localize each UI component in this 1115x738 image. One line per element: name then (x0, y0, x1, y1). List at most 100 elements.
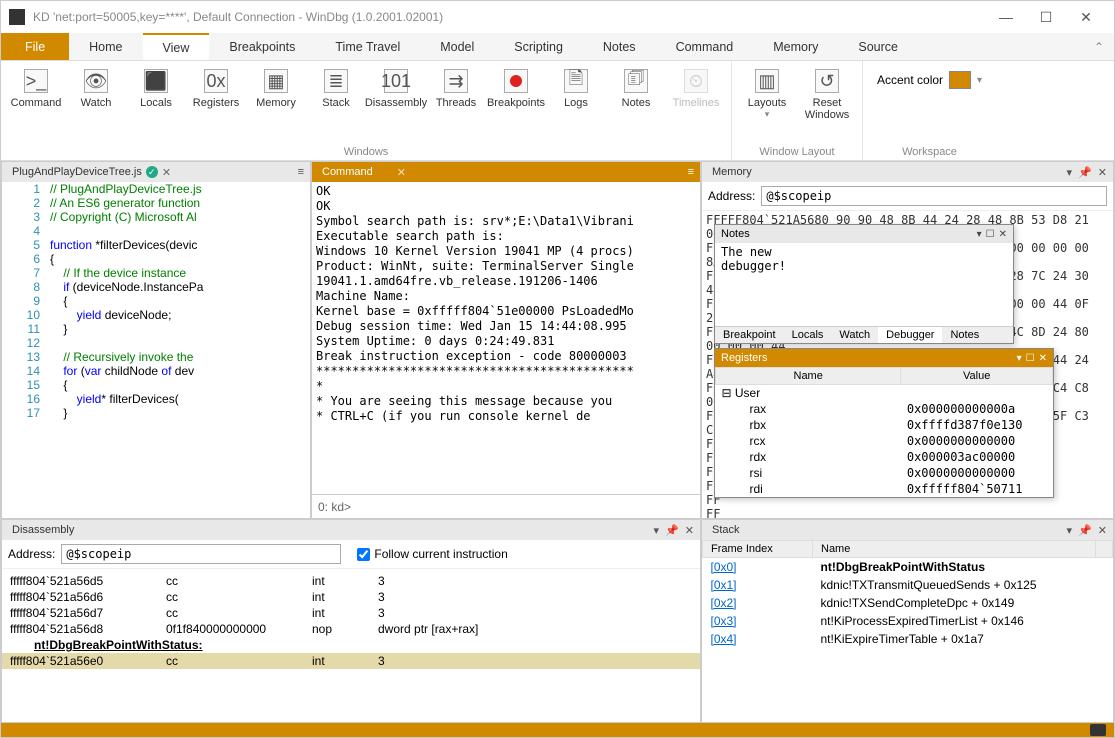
notes-tab-notes[interactable]: Notes (942, 327, 987, 343)
register-row[interactable]: rsi0x0000000000000 (716, 465, 1053, 481)
close-button[interactable]: ✕ (1066, 3, 1106, 31)
menu-breakpoints[interactable]: Breakpoints (209, 33, 315, 60)
app-icon (9, 9, 25, 25)
notes-title: Notes (721, 228, 750, 240)
stack-title: Stack (712, 524, 740, 536)
register-row[interactable]: rax0x000000000000a (716, 401, 1053, 417)
notes-close-icon[interactable]: ✕ (999, 229, 1007, 240)
notes-tab-debugger[interactable]: Debugger (878, 327, 942, 343)
ribbon-group-workspace-label: Workspace (869, 144, 990, 158)
menu-file[interactable]: File (1, 33, 69, 60)
notes-tab-watch[interactable]: Watch (831, 327, 878, 343)
registers-table: NameValue ⊟ User rax0x000000000000arbx0x… (715, 367, 1053, 497)
memory-pin-icon[interactable]: 📌 (1078, 166, 1092, 179)
menu-command[interactable]: Command (656, 33, 754, 60)
ribbon: >_Command👁Watch⬛Locals0xRegisters▦Memory… (1, 61, 1114, 161)
ribbon-breakpoints[interactable]: Breakpoints (487, 65, 545, 113)
notes-dropdown-icon[interactable]: ▾ (977, 229, 982, 240)
feedback-icon[interactable] (1090, 724, 1106, 736)
editor-menu-icon[interactable]: ≡ (298, 166, 304, 178)
accent-dropdown-icon[interactable]: ▾ (977, 75, 982, 86)
stack-row[interactable]: [0x0]nt!DbgBreakPointWithStatus (703, 558, 1113, 577)
menu-view[interactable]: View (143, 33, 210, 60)
menu-scripting[interactable]: Scripting (494, 33, 583, 60)
ribbon-stack[interactable]: ≣Stack (307, 65, 365, 113)
stack-row[interactable]: [0x1]kdnic!TXTransmitQueuedSends + 0x125 (703, 576, 1113, 594)
disasm-close-icon[interactable]: ✕ (685, 524, 694, 537)
command-title: Command (322, 166, 373, 178)
disassembly-body[interactable]: fffff804`521a56d5ccint3fffff804`521a56d6… (2, 569, 700, 722)
memory-address-input[interactable] (761, 186, 1107, 206)
ribbon-group-windows-label: Windows (7, 144, 725, 158)
menu-memory[interactable]: Memory (753, 33, 838, 60)
command-menu-icon[interactable]: ≡ (688, 166, 694, 178)
ribbon-watch[interactable]: 👁Watch (67, 65, 125, 113)
accent-color-swatch[interactable] (949, 71, 971, 89)
stack-row[interactable]: [0x2]kdnic!TXSendCompleteDpc + 0x149 (703, 594, 1113, 612)
disasm-address-label: Address: (8, 547, 55, 561)
ribbon-timelines: ⏲Timelines (667, 65, 725, 113)
registers-group[interactable]: ⊟ User (716, 385, 1053, 402)
menu-timetravel[interactable]: Time Travel (315, 33, 420, 60)
ribbon-command[interactable]: >_Command (7, 65, 65, 113)
maximize-button[interactable]: ☐ (1026, 3, 1066, 31)
registers-dropdown-icon[interactable]: ▾ (1017, 353, 1022, 364)
memory-pane: Memory ▾ 📌 ✕ Address: FFFFF804`521A5680 … (701, 161, 1114, 519)
ribbon-registers[interactable]: 0xRegisters (187, 65, 245, 113)
disasm-address-input[interactable] (61, 544, 341, 564)
editor-body[interactable]: 1// PlugAndPlayDeviceTree.js2// An ES6 g… (2, 182, 310, 518)
registers-close-icon[interactable]: ✕ (1039, 353, 1047, 364)
accent-color-label: Accent color (877, 73, 943, 87)
register-row[interactable]: rbx0xffffd387f0e130 (716, 417, 1053, 433)
ribbon-notes[interactable]: 🗊Notes (607, 65, 665, 113)
titlebar: KD 'net:port=50005,key=****', Default Co… (1, 1, 1114, 33)
stack-row[interactable]: [0x3]nt!KiProcessExpiredTimerList + 0x14… (703, 612, 1113, 630)
menu-home[interactable]: Home (69, 33, 142, 60)
disasm-follow-checkbox[interactable]: Follow current instruction (357, 547, 507, 561)
memory-dropdown-icon[interactable]: ▾ (1067, 166, 1073, 179)
disasm-pin-icon[interactable]: 📌 (665, 524, 679, 537)
notes-tab-breakpoint[interactable]: Breakpoint (715, 327, 784, 343)
disassembly-title: Disassembly (12, 524, 74, 536)
ribbon-layouts[interactable]: ▥Layouts▾ (738, 65, 796, 124)
ribbon-logs[interactable]: 🗎Logs (547, 65, 605, 113)
menu-notes[interactable]: Notes (583, 33, 656, 60)
stack-dropdown-icon[interactable]: ▾ (1067, 524, 1073, 537)
command-output[interactable]: OKOKSymbol search path is: srv*;E:\Data1… (312, 182, 700, 494)
stack-row[interactable]: [0x4]nt!KiExpireTimerTable + 0x1a7 (703, 630, 1113, 648)
notes-pane: Notes ▾ ☐ ✕ The new debugger! BreakpointLo… (714, 224, 1014, 344)
notes-tab-locals[interactable]: Locals (784, 327, 832, 343)
ribbon-threads[interactable]: ⇉Threads (427, 65, 485, 113)
disasm-dropdown-icon[interactable]: ▾ (654, 524, 660, 537)
ribbon-memory[interactable]: ▦Memory (247, 65, 305, 113)
editor-pane: PlugAndPlayDeviceTree.js ✓ ✕ ≡ 1// PlugA… (1, 161, 311, 519)
ribbon-reset-windows[interactable]: ↺Reset Windows (798, 65, 856, 125)
registers-restore-icon[interactable]: ☐ (1026, 353, 1035, 364)
menubar: File Home View Breakpoints Time Travel M… (1, 33, 1114, 61)
command-close-icon[interactable]: ✕ (397, 166, 406, 179)
memory-close-icon[interactable]: ✕ (1098, 166, 1107, 179)
statusbar (1, 723, 1114, 737)
registers-title: Registers (721, 352, 767, 364)
ribbon-locals[interactable]: ⬛Locals (127, 65, 185, 113)
memory-title: Memory (712, 166, 752, 178)
stack-table: Frame IndexName [0x0]nt!DbgBreakPointWit… (702, 540, 1113, 648)
notes-body[interactable]: The new debugger! (715, 243, 1013, 326)
minimize-button[interactable]: — (986, 3, 1026, 31)
editor-tab-close-icon[interactable]: ✕ (162, 166, 171, 179)
disassembly-pane: Disassembly ▾ 📌 ✕ Address: Follow curren… (1, 519, 701, 723)
command-input[interactable]: 0: kd> (312, 494, 700, 518)
editor-status-icon: ✓ (146, 166, 158, 178)
menu-source[interactable]: Source (838, 33, 918, 60)
stack-pin-icon[interactable]: 📌 (1078, 524, 1092, 537)
ribbon-collapse-icon[interactable]: ⌃ (1084, 33, 1114, 60)
menu-model[interactable]: Model (420, 33, 494, 60)
editor-tab-name[interactable]: PlugAndPlayDeviceTree.js (12, 166, 142, 178)
stack-pane: Stack ▾ 📌 ✕ Frame IndexName [0x0]nt!DbgB… (701, 519, 1114, 723)
notes-restore-icon[interactable]: ☐ (986, 229, 995, 240)
register-row[interactable]: rcx0x0000000000000 (716, 433, 1053, 449)
ribbon-disassembly[interactable]: 101Disassembly (367, 65, 425, 113)
stack-close-icon[interactable]: ✕ (1098, 524, 1107, 537)
register-row[interactable]: rdx0x000003ac00000 (716, 449, 1053, 465)
register-row[interactable]: rdi0xfffff804`50711 (716, 481, 1053, 497)
